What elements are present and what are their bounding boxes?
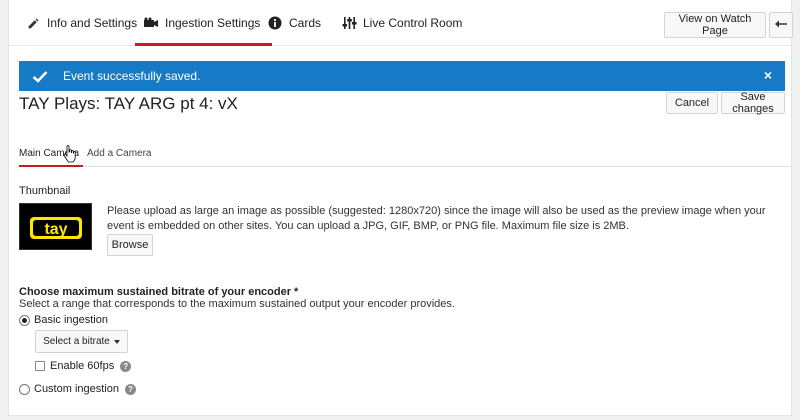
custom-ingestion-radio[interactable] [19,383,30,395]
help-icon[interactable]: ? [125,383,136,395]
enable-60fps-checkbox[interactable] [35,361,45,371]
logo-text: tay [44,221,67,238]
pencil-icon [25,15,41,31]
save-changes-button[interactable]: Save changes [721,91,785,115]
top-navigation: Info and Settings Ingestion Settings Car… [9,0,793,46]
select-bitrate-dropdown[interactable]: Select a bitrate [35,330,128,353]
bitrate-description: Select a range that corresponds to the m… [19,298,455,310]
browse-button[interactable]: Browse [107,234,153,256]
event-title: TAY Plays: TAY ARG pt 4: vX [19,94,238,113]
thumbnail-description: Please upload as large an image as possi… [107,205,766,232]
info-icon [267,15,283,31]
banner-message: Event successfully saved. [63,69,201,83]
tab-cards[interactable]: Cards [267,0,321,46]
basic-ingestion-label: Basic ingestion [34,314,108,326]
tab-ingestion-settings[interactable]: Ingestion Settings [134,0,273,46]
thumbnail-image: tay [19,203,92,250]
caret-down-icon [113,339,120,344]
cancel-button[interactable]: Cancel [666,92,718,114]
tab-live-control-room[interactable]: Live Control Room [341,0,462,46]
enable-60fps-label: Enable 60fps [50,360,115,372]
tab-info-and-settings[interactable]: Info and Settings [25,0,137,46]
thumbnail-label: Thumbnail [19,185,71,197]
back-arrow-icon [774,19,788,32]
page: Info and Settings Ingestion Settings Car… [0,0,800,420]
tab-label: Ingestion Settings [165,16,261,30]
tab-label: Cards [289,16,322,30]
success-banner: Event successfully saved. × [19,61,785,91]
custom-ingestion-label: Custom ingestion [34,383,119,395]
camera-subtabs: Main Camera Add a Camera [19,143,791,167]
close-icon[interactable]: × [759,66,777,84]
hand-cursor-icon [63,145,76,163]
tay-logo: tay [29,216,82,239]
bitrate-title: Choose maximum sustained bitrate of your… [19,286,299,298]
help-icon[interactable]: ? [120,360,132,372]
view-on-watch-page-button[interactable]: View on Watch Page [664,12,766,38]
checkmark-icon [31,67,49,85]
tab-label: Live Control Room [363,16,463,30]
basic-ingestion-radio[interactable] [19,314,30,326]
tab-add-a-camera[interactable]: Add a Camera [87,148,151,159]
enable-60fps-option[interactable]: Enable 60fps ? [35,360,132,372]
select-bitrate-label: Select a bitrate [43,336,110,347]
back-button[interactable] [769,12,793,38]
video-camera-icon [143,15,159,31]
custom-ingestion-option[interactable]: Custom ingestion ? [19,383,136,395]
basic-ingestion-option[interactable]: Basic ingestion [19,314,108,326]
sliders-icon [341,15,357,31]
event-settings-card: Info and Settings Ingestion Settings Car… [8,0,793,416]
tab-label: Info and Settings [47,16,138,30]
